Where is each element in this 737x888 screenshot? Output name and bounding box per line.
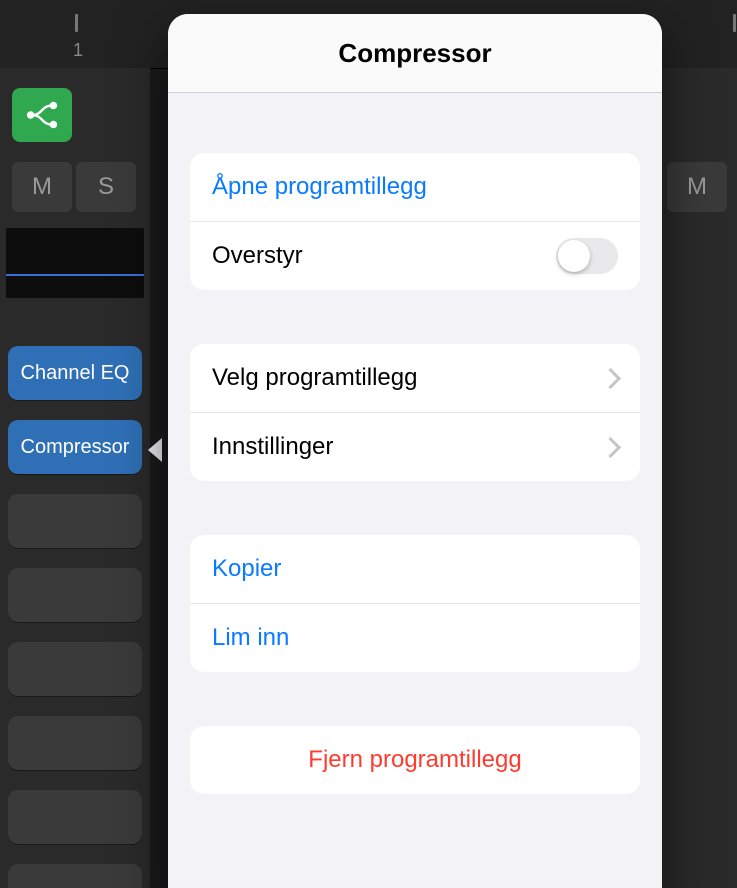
popover-group-select: Velg programtillegg Innstillinger	[190, 344, 640, 481]
paste-row[interactable]: Lim inn	[190, 603, 640, 672]
popover-group-open: Åpne programtillegg Overstyr	[190, 153, 640, 290]
choose-plugin-label: Velg programtillegg	[212, 364, 417, 392]
plugin-label: Channel EQ	[21, 362, 130, 385]
mute-solo-row: M S	[12, 162, 136, 212]
popover-body: Åpne programtillegg Overstyr Velg progra…	[168, 153, 662, 834]
choose-plugin-row[interactable]: Velg programtillegg	[190, 344, 640, 412]
plugin-slot-empty[interactable]	[8, 642, 142, 696]
remove-plugin-label: Fjern programtillegg	[308, 746, 521, 774]
plugin-slot-empty[interactable]	[8, 790, 142, 844]
plugin-slot-empty[interactable]	[8, 716, 142, 770]
channel-strip: M S Channel EQ Compressor	[0, 68, 150, 888]
eq-curve-icon	[6, 274, 144, 276]
ruler-number: 1	[73, 40, 83, 61]
settings-row[interactable]: Innstillinger	[190, 412, 640, 481]
copy-row[interactable]: Kopier	[190, 535, 640, 603]
popover-title: Compressor	[168, 14, 662, 93]
remove-plugin-row[interactable]: Fjern programtillegg	[190, 726, 640, 794]
ruler-tick	[733, 14, 736, 32]
chevron-right-icon	[600, 367, 621, 388]
open-plugin-row[interactable]: Åpne programtillegg	[190, 153, 640, 221]
bypass-row[interactable]: Overstyr	[190, 221, 640, 290]
plugin-label: Compressor	[21, 436, 130, 459]
routing-button[interactable]	[12, 88, 72, 142]
plugin-popover: Compressor Åpne programtillegg Overstyr …	[168, 14, 662, 888]
bypass-label: Overstyr	[212, 242, 303, 270]
toggle-knob-icon	[558, 240, 590, 272]
open-plugin-label: Åpne programtillegg	[212, 173, 427, 201]
chevron-right-icon	[600, 436, 621, 457]
ruler-tick	[75, 14, 78, 32]
popover-arrow-icon	[148, 438, 162, 462]
mute-button[interactable]: M	[12, 162, 72, 212]
app-background: 1 M S Channel EQ Compressor	[0, 0, 737, 888]
solo-button[interactable]: S	[76, 162, 136, 212]
copy-label: Kopier	[212, 555, 281, 583]
plugin-slot-empty[interactable]	[8, 568, 142, 622]
plugin-slot-empty[interactable]	[8, 864, 142, 888]
channel-strip-adjacent: M	[662, 68, 737, 888]
settings-label: Innstillinger	[212, 433, 333, 461]
bypass-toggle[interactable]	[556, 238, 618, 274]
eq-thumbnail[interactable]	[6, 228, 144, 298]
popover-group-remove: Fjern programtillegg	[190, 726, 640, 794]
routing-icon	[23, 96, 61, 134]
plugin-slot-empty[interactable]	[8, 494, 142, 548]
popover-group-clipboard: Kopier Lim inn	[190, 535, 640, 672]
mute-button[interactable]: M	[667, 162, 727, 212]
plugin-slot-channel-eq[interactable]: Channel EQ	[8, 346, 142, 400]
plugin-slot-compressor[interactable]: Compressor	[8, 420, 142, 474]
paste-label: Lim inn	[212, 624, 289, 652]
